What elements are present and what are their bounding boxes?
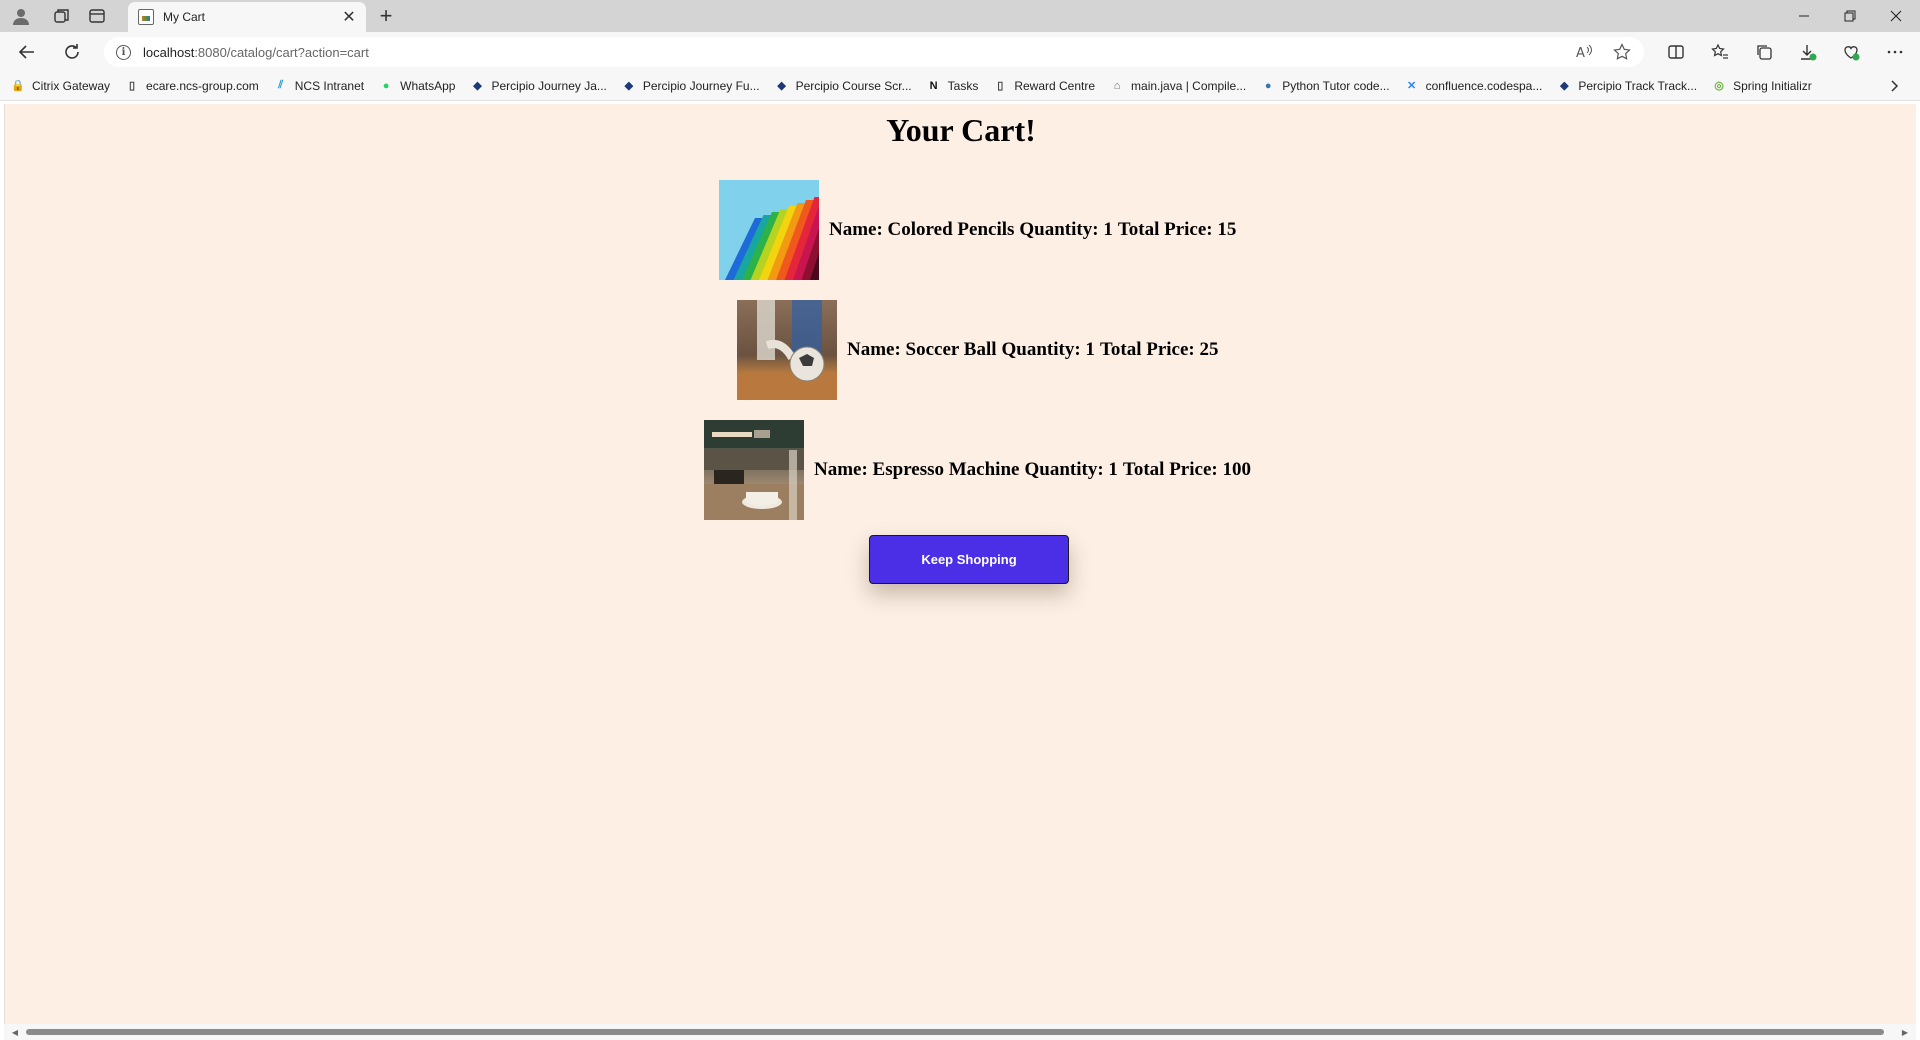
confluence-icon: ✕ bbox=[1407, 80, 1417, 92]
percipio-icon: ◆ bbox=[624, 80, 634, 92]
percipio-icon: ◆ bbox=[777, 80, 786, 92]
page-title: Your Cart! bbox=[886, 112, 1036, 148]
bookmark-label: confluence.codespa... bbox=[1425, 78, 1543, 93]
bookmark-item[interactable]: ◆ Percipio Course Scr... bbox=[774, 78, 912, 94]
bookmark-item[interactable]: ● WhatsApp bbox=[378, 78, 456, 94]
tab-my-cart[interactable]: My Cart ✕ bbox=[128, 2, 366, 32]
lock-icon: 🔒 bbox=[11, 80, 25, 92]
python-icon: ● bbox=[1264, 79, 1272, 92]
item-total-price: Total Price: 15 bbox=[1117, 219, 1237, 240]
bookmark-label: Percipio Journey Fu... bbox=[642, 78, 760, 93]
workspaces-icon[interactable] bbox=[50, 4, 74, 28]
close-window-icon[interactable] bbox=[1874, 0, 1918, 32]
page-favicon-icon bbox=[138, 9, 154, 25]
cart-item-colored-pencils: Name: Colored Pencils Quantity: 1 Total Pr… bbox=[719, 180, 1236, 280]
cart-item-espresso-machine: Name: Espresso Machine Quantity: 1 Total P… bbox=[704, 420, 1251, 520]
bookmark-label: NCS Intranet bbox=[294, 78, 365, 93]
item-quantity: Quantity: 1 bbox=[1001, 339, 1095, 360]
split-screen-icon[interactable] bbox=[1663, 39, 1689, 65]
bookmark-item[interactable]: ● Python Tutor code... bbox=[1260, 78, 1390, 94]
restore-icon[interactable] bbox=[1828, 0, 1872, 32]
new-tab-icon[interactable]: + bbox=[373, 3, 399, 29]
colored-pencils-image bbox=[719, 180, 819, 280]
read-aloud-icon[interactable]: A bbox=[1572, 40, 1596, 64]
browser-toolbar: i localhost:8080/catalog/cart?action=car… bbox=[0, 32, 1920, 70]
bookmark-label: WhatsApp bbox=[400, 78, 456, 93]
item-quantity: Quantity: 1 bbox=[1024, 459, 1118, 480]
item-quantity: Quantity: 1 bbox=[1019, 219, 1113, 240]
bookmark-label: Spring Initializr bbox=[1733, 78, 1812, 93]
bookmark-item[interactable]: N Tasks bbox=[926, 78, 979, 94]
bookmark-item[interactable]: ▯ Reward Centre bbox=[992, 78, 1095, 94]
more-options-icon[interactable] bbox=[1882, 39, 1908, 65]
bookmark-item[interactable]: ⫽ NCS Intranet bbox=[273, 78, 364, 94]
notion-icon: N bbox=[929, 79, 938, 92]
tab-title: My Cart bbox=[163, 10, 205, 24]
browser-essentials-icon[interactable] bbox=[1838, 39, 1864, 65]
tab-actions-icon[interactable] bbox=[85, 4, 109, 28]
whatsapp-icon: ● bbox=[382, 79, 390, 92]
address-bar[interactable]: i localhost:8080/catalog/cart?action=car… bbox=[104, 37, 1644, 67]
bookmark-item[interactable]: 🔒 Citrix Gateway bbox=[10, 78, 110, 94]
bookmark-item[interactable]: ◆ Percipio Journey Fu... bbox=[621, 78, 760, 94]
favorite-star-icon[interactable] bbox=[1610, 40, 1634, 64]
ncs-icon: ⫽ bbox=[278, 79, 284, 91]
url-host: localhost bbox=[143, 44, 195, 60]
cart-page: Your Cart! Name: Colored Pencils Quantity… bbox=[4, 104, 1916, 1024]
bookmarks-list: 🔒 Citrix Gateway ▯ ecare.ncs-group.com ⫽ NCS … bbox=[10, 70, 1826, 101]
profile-icon[interactable] bbox=[9, 4, 33, 28]
minimize-icon[interactable] bbox=[1782, 0, 1826, 32]
scroll-right-icon[interactable]: ▶ bbox=[1900, 1027, 1910, 1037]
bookmark-item[interactable]: ✕ confluence.codespa... bbox=[1404, 78, 1543, 94]
item-name: Name: Espresso Machine bbox=[814, 459, 1020, 480]
bookmark-label: Percipio Track Track... bbox=[1578, 78, 1698, 93]
page-icon: ▯ bbox=[997, 80, 1004, 92]
browser-tab-strip: My Cart ✕ + bbox=[0, 0, 1920, 32]
bookmark-item[interactable]: ⌂ main.java | Compile... bbox=[1109, 78, 1247, 94]
bookmarks-bar: 🔒 Citrix Gateway ▯ ecare.ncs-group.com ⫽ NCS … bbox=[0, 70, 1920, 101]
bookmark-label: Percipio Journey Ja... bbox=[491, 78, 607, 93]
bookmark-item[interactable]: ◎ Spring Initializr bbox=[1711, 78, 1812, 94]
collections-icon[interactable] bbox=[1751, 39, 1777, 65]
horizontal-scrollbar[interactable]: ◀ ▶ bbox=[4, 1024, 1916, 1040]
item-details: Name: Espresso Machine Quantity: 1 Total P… bbox=[814, 459, 1251, 481]
favorites-icon[interactable] bbox=[1707, 39, 1733, 65]
refresh-icon[interactable] bbox=[59, 39, 85, 65]
back-icon[interactable] bbox=[14, 39, 40, 65]
close-tab-icon[interactable]: ✕ bbox=[340, 7, 358, 27]
item-details: Name: Colored Pencils Quantity: 1 Total Pr… bbox=[829, 219, 1236, 241]
item-total-price: Total Price: 25 bbox=[1099, 339, 1219, 360]
bookmark-label: Percipio Course Scr... bbox=[795, 78, 912, 93]
compiler-icon: ⌂ bbox=[1113, 79, 1121, 92]
keep-shopping-button[interactable]: Keep Shopping bbox=[869, 535, 1069, 584]
url-text: localhost:8080/catalog/cart?action=cart bbox=[143, 45, 369, 60]
bookmark-label: Citrix Gateway bbox=[32, 78, 111, 93]
scroll-left-icon[interactable]: ◀ bbox=[10, 1027, 20, 1037]
bookmark-item[interactable]: ◆ Percipio Track Track... bbox=[1556, 78, 1697, 94]
bookmark-item[interactable]: ◆ Percipio Journey Ja... bbox=[469, 78, 607, 94]
svg-text:A: A bbox=[1576, 46, 1585, 61]
item-name: Name: Colored Pencils bbox=[829, 219, 1015, 240]
bookmark-label: ecare.ncs-group.com bbox=[146, 78, 259, 93]
bookmark-label: Tasks bbox=[947, 78, 979, 93]
downloads-icon[interactable] bbox=[1795, 39, 1821, 65]
cart-item-soccer-ball: Name: Soccer Ball Quantity: 1 Total Price:… bbox=[737, 300, 1218, 400]
chevron-right-icon[interactable] bbox=[1884, 76, 1904, 96]
soccer-ball-image bbox=[737, 300, 837, 400]
item-total-price: Total Price: 100 bbox=[1122, 459, 1251, 480]
bookmark-label: Reward Centre bbox=[1014, 78, 1096, 93]
scrollbar-thumb[interactable] bbox=[26, 1029, 1884, 1035]
bookmark-item[interactable]: ▯ ecare.ncs-group.com bbox=[124, 78, 259, 94]
spring-icon: ◎ bbox=[1714, 80, 1724, 92]
page-icon: ▯ bbox=[129, 80, 136, 92]
item-name: Name: Soccer Ball bbox=[847, 339, 997, 360]
percipio-icon: ◆ bbox=[473, 80, 482, 92]
bookmark-label: Python Tutor code... bbox=[1282, 78, 1390, 93]
url-path: :8080/catalog/cart?action=cart bbox=[194, 44, 369, 60]
percipio-icon: ◆ bbox=[1560, 80, 1569, 92]
item-details: Name: Soccer Ball Quantity: 1 Total Price:… bbox=[847, 339, 1218, 361]
bookmark-label: main.java | Compile... bbox=[1131, 78, 1247, 93]
site-info-icon[interactable]: i bbox=[116, 44, 131, 60]
espresso-machine-image bbox=[704, 420, 804, 520]
